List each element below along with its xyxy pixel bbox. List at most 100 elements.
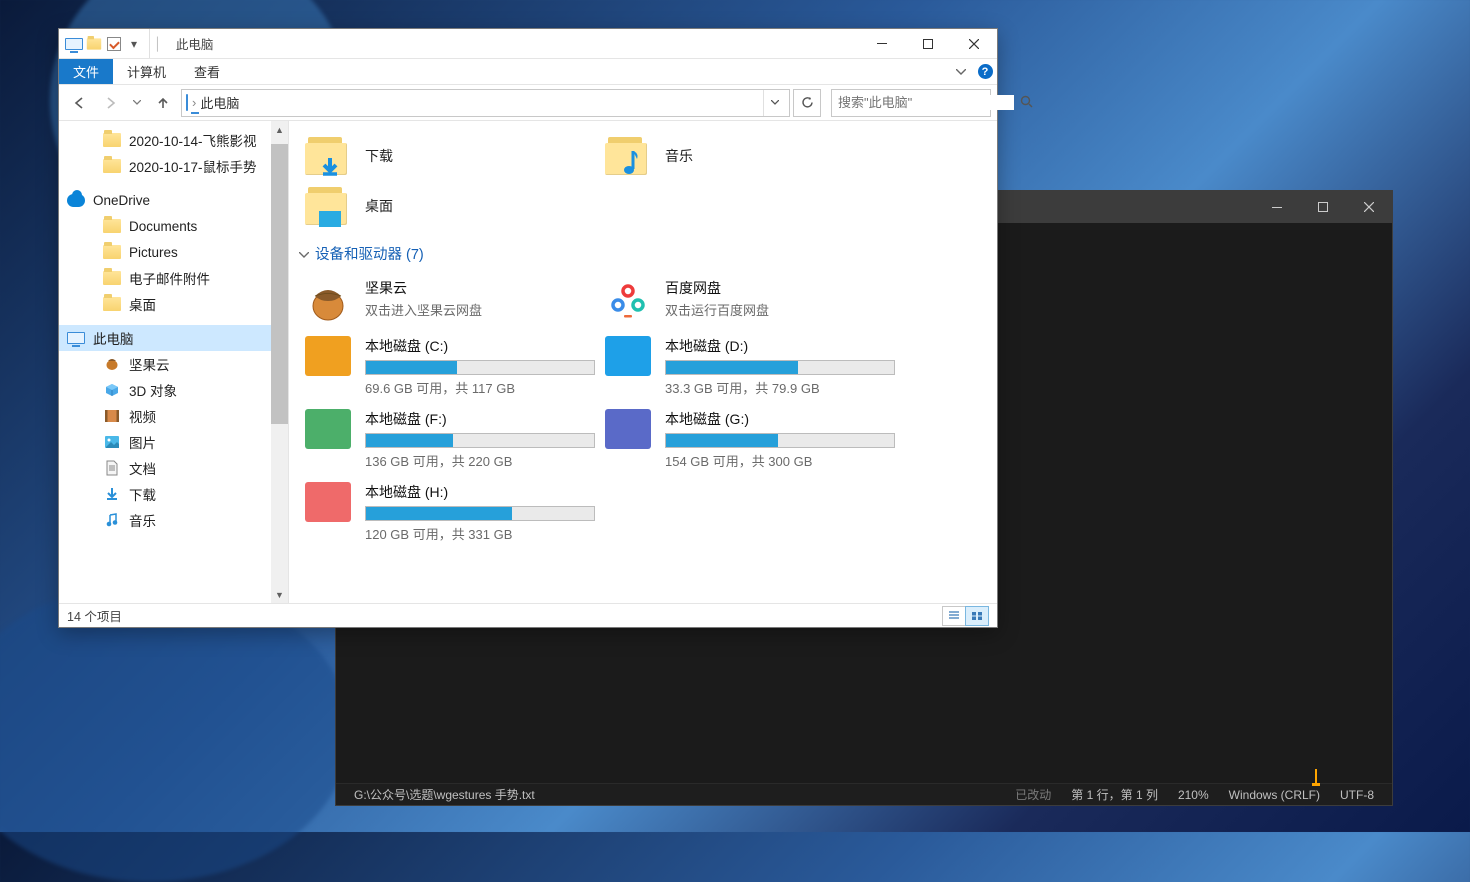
- address-bar[interactable]: › 此电脑: [181, 89, 790, 117]
- download-icon: [103, 485, 121, 503]
- drive-icon: [305, 409, 351, 449]
- tree-item-folder[interactable]: 桌面: [59, 291, 288, 317]
- nav-recent-dropdown[interactable]: [129, 89, 145, 117]
- explorer-titlebar[interactable]: ▾ │ 此电脑: [59, 29, 997, 59]
- chevron-right-icon[interactable]: ›: [188, 95, 200, 110]
- drive-item[interactable]: 本地磁盘 (H:) 120 GB 可用，共 331 GB: [299, 476, 599, 549]
- tab-computer[interactable]: 计算机: [113, 59, 180, 84]
- nav-up[interactable]: [149, 89, 177, 117]
- drive-item[interactable]: 本地磁盘 (C:) 69.6 GB 可用，共 117 GB: [299, 330, 599, 403]
- tree-item-documents[interactable]: 文档: [59, 455, 288, 481]
- help-button[interactable]: ?: [973, 59, 997, 84]
- tree-label: 电子邮件附件: [129, 268, 210, 288]
- drive-title: 本地磁盘 (G:): [665, 409, 893, 429]
- drive-icon: [305, 336, 351, 376]
- tree-item-folder[interactable]: Documents: [59, 213, 288, 239]
- tree-item-videos[interactable]: 视频: [59, 403, 288, 429]
- ribbon-expand-icon[interactable]: [949, 59, 973, 84]
- tree-label: 3D 对象: [129, 380, 177, 400]
- tree-label: 桌面: [129, 294, 156, 314]
- folder-icon[interactable]: [85, 35, 103, 53]
- tree-item-folder[interactable]: 2020-10-14-飞熊影视: [59, 127, 288, 153]
- scroll-thumb[interactable]: [271, 144, 288, 424]
- editor-modified: 已改动: [1005, 786, 1061, 803]
- explorer-window: ▾ │ 此电脑 文件 计算机 查看 ? › 此电脑: [58, 28, 998, 628]
- close-button[interactable]: [951, 29, 997, 59]
- window-title: 此电脑: [166, 34, 214, 53]
- search-input[interactable]: [838, 95, 1014, 110]
- explorer-statusbar: 14 个项目: [59, 603, 997, 627]
- quick-access-toolbar: ▾: [59, 29, 150, 58]
- drive-usage-bar: [665, 360, 895, 375]
- drive-usage-text: 69.6 GB 可用，共 117 GB: [365, 378, 593, 397]
- pc-icon: [67, 329, 85, 347]
- tree-item-onedrive[interactable]: OneDrive: [59, 187, 288, 213]
- editor-statusbar: G:\公众号\选题\wgestures 手势.txt 已改动 第 1 行，第 1…: [336, 783, 1392, 805]
- tree-item-3d[interactable]: 3D 对象: [59, 377, 288, 403]
- tree-item-pictures[interactable]: 图片: [59, 429, 288, 455]
- group-header-devices[interactable]: 设备和驱动器 (7): [299, 243, 997, 264]
- navpane-scrollbar[interactable]: ▲ ▼: [271, 121, 288, 603]
- editor-filepath: G:\公众号\选题\wgestures 手势.txt: [344, 786, 545, 803]
- title-separator: │: [150, 37, 166, 51]
- drive-usage-text: 33.3 GB 可用，共 79.9 GB: [665, 378, 893, 397]
- tab-file[interactable]: 文件: [59, 59, 113, 84]
- editor-eol[interactable]: Windows (CRLF): [1219, 788, 1330, 802]
- tree-label: 文档: [129, 458, 156, 478]
- tree-item-this-pc[interactable]: 此电脑: [59, 325, 288, 351]
- drive-usage-text: 136 GB 可用，共 220 GB: [365, 451, 593, 470]
- view-details-button[interactable]: [942, 606, 966, 626]
- editor-close[interactable]: [1346, 191, 1392, 223]
- tab-view[interactable]: 查看: [180, 59, 234, 84]
- tree-item-nutcloud[interactable]: 坚果云: [59, 351, 288, 377]
- scroll-up-icon[interactable]: ▲: [271, 121, 288, 138]
- properties-checkbox-icon[interactable]: [105, 35, 123, 53]
- app-subtitle: 双击进入坚果云网盘: [365, 300, 593, 319]
- view-tiles-button[interactable]: [965, 606, 989, 626]
- editor-zoom[interactable]: 210%: [1168, 788, 1219, 802]
- search-icon[interactable]: [1020, 95, 1033, 111]
- tree-item-downloads[interactable]: 下载: [59, 481, 288, 507]
- tree-label: 音乐: [129, 510, 156, 530]
- editor-maximize[interactable]: [1300, 191, 1346, 223]
- group-label: 设备和驱动器 (7): [315, 243, 424, 264]
- music-icon: [103, 511, 121, 529]
- caret-indicator: [1315, 769, 1317, 783]
- nav-back[interactable]: [65, 89, 93, 117]
- tree-item-folder[interactable]: Pictures: [59, 239, 288, 265]
- breadcrumb-this-pc[interactable]: 此电脑: [200, 93, 239, 112]
- folder-label: 下载: [365, 146, 393, 166]
- qat-dropdown-icon[interactable]: ▾: [125, 35, 143, 53]
- baidu-icon: [605, 278, 651, 324]
- minimize-button[interactable]: [859, 29, 905, 59]
- editor-cursor-pos[interactable]: 第 1 行，第 1 列: [1061, 786, 1168, 803]
- refresh-button[interactable]: [793, 89, 821, 117]
- drive-icon: [305, 482, 351, 522]
- tree-label: 此电脑: [93, 328, 134, 348]
- scroll-down-icon[interactable]: ▼: [271, 586, 288, 603]
- chevron-down-icon[interactable]: [299, 246, 309, 262]
- cube-icon: [103, 381, 121, 399]
- search-box[interactable]: [831, 89, 991, 117]
- help-icon: ?: [978, 64, 993, 79]
- navigation-pane[interactable]: 2020-10-14-飞熊影视 2020-10-17-鼠标手势 OneDrive…: [59, 121, 289, 603]
- editor-minimize[interactable]: [1254, 191, 1300, 223]
- nav-forward[interactable]: [97, 89, 125, 117]
- app-baidu[interactable]: 百度网盘 双击运行百度网盘: [599, 272, 899, 330]
- tree-item-folder[interactable]: 2020-10-17-鼠标手势: [59, 153, 288, 179]
- address-dropdown-icon[interactable]: [763, 90, 785, 116]
- drive-item[interactable]: 本地磁盘 (F:) 136 GB 可用，共 220 GB: [299, 403, 599, 476]
- folder-desktop[interactable]: 桌面: [299, 181, 599, 231]
- content-pane[interactable]: 下载 音乐 桌面 设备和驱动器 (7): [289, 121, 997, 603]
- folder-downloads[interactable]: 下载: [299, 131, 599, 181]
- drive-item[interactable]: 本地磁盘 (G:) 154 GB 可用，共 300 GB: [599, 403, 899, 476]
- editor-encoding[interactable]: UTF-8: [1330, 788, 1384, 802]
- folder-music[interactable]: 音乐: [599, 131, 899, 181]
- maximize-button[interactable]: [905, 29, 951, 59]
- drive-icon: [605, 409, 651, 449]
- tree-item-folder[interactable]: 电子邮件附件: [59, 265, 288, 291]
- folder-icon: [305, 135, 351, 177]
- app-nutcloud[interactable]: 坚果云 双击进入坚果云网盘: [299, 272, 599, 330]
- drive-item[interactable]: 本地磁盘 (D:) 33.3 GB 可用，共 79.9 GB: [599, 330, 899, 403]
- tree-item-music[interactable]: 音乐: [59, 507, 288, 533]
